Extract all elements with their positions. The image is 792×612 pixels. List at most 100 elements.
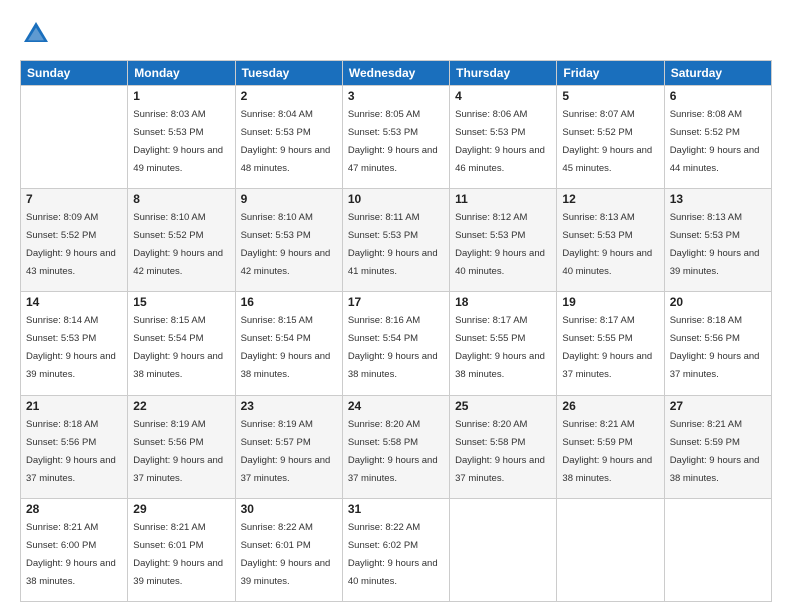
day-number: 22 (133, 399, 229, 413)
calendar-table: SundayMondayTuesdayWednesdayThursdayFrid… (20, 60, 772, 602)
day-number: 13 (670, 192, 766, 206)
logo (20, 18, 58, 50)
day-cell: 26 Sunrise: 8:21 AMSunset: 5:59 PMDayligh… (557, 395, 664, 498)
day-cell: 17 Sunrise: 8:16 AMSunset: 5:54 PMDayligh… (342, 292, 449, 395)
header (20, 18, 772, 50)
day-number: 5 (562, 89, 658, 103)
day-number: 14 (26, 295, 122, 309)
day-cell: 13 Sunrise: 8:13 AMSunset: 5:53 PMDayligh… (664, 189, 771, 292)
day-number: 12 (562, 192, 658, 206)
day-number: 7 (26, 192, 122, 206)
day-number: 30 (241, 502, 337, 516)
day-cell: 5 Sunrise: 8:07 AMSunset: 5:52 PMDaylight… (557, 86, 664, 189)
day-info: Sunrise: 8:18 AMSunset: 5:56 PMDaylight:… (26, 419, 116, 484)
day-cell: 20Sunrise: 8:18 AMSunset: 5:56 PMDayligh… (664, 292, 771, 395)
day-number: 25 (455, 399, 551, 413)
day-cell (664, 498, 771, 601)
weekday-header-saturday: Saturday (664, 61, 771, 86)
day-number: 16 (241, 295, 337, 309)
day-info: Sunrise: 8:20 AMSunset: 5:58 PMDaylight:… (348, 419, 438, 484)
day-number: 26 (562, 399, 658, 413)
day-cell: 8 Sunrise: 8:10 AMSunset: 5:52 PMDaylight… (128, 189, 235, 292)
weekday-header-monday: Monday (128, 61, 235, 86)
day-cell (450, 498, 557, 601)
weekday-header-tuesday: Tuesday (235, 61, 342, 86)
day-number: 18 (455, 295, 551, 309)
week-row-2: 7Sunrise: 8:09 AMSunset: 5:52 PMDaylight… (21, 189, 772, 292)
day-cell: 12 Sunrise: 8:13 AMSunset: 5:53 PMDayligh… (557, 189, 664, 292)
day-info: Sunrise: 8:06 AMSunset: 5:53 PMDaylight:… (455, 109, 545, 174)
day-info: Sunrise: 8:17 AMSunset: 5:55 PMDaylight:… (562, 315, 652, 380)
day-number: 1 (133, 89, 229, 103)
day-cell: 22 Sunrise: 8:19 AMSunset: 5:56 PMDayligh… (128, 395, 235, 498)
day-info: Sunrise: 8:19 AMSunset: 5:56 PMDaylight:… (133, 419, 223, 484)
day-number: 28 (26, 502, 122, 516)
day-number: 11 (455, 192, 551, 206)
day-cell: 10Sunrise: 8:11 AMSunset: 5:53 PMDayligh… (342, 189, 449, 292)
day-cell: 30 Sunrise: 8:22 AMSunset: 6:01 PMDayligh… (235, 498, 342, 601)
week-row-3: 14 Sunrise: 8:14 AMSunset: 5:53 PMDayligh… (21, 292, 772, 395)
day-number: 3 (348, 89, 444, 103)
day-info: Sunrise: 8:19 AMSunset: 5:57 PMDaylight:… (241, 419, 331, 484)
day-info: Sunrise: 8:11 AMSunset: 5:53 PMDaylight:… (348, 212, 438, 277)
weekday-header-sunday: Sunday (21, 61, 128, 86)
day-info: Sunrise: 8:16 AMSunset: 5:54 PMDaylight:… (348, 315, 438, 380)
day-info: Sunrise: 8:21 AMSunset: 5:59 PMDaylight:… (670, 419, 760, 484)
week-row-1: 1 Sunrise: 8:03 AMSunset: 5:53 PMDaylight… (21, 86, 772, 189)
day-info: Sunrise: 8:21 AMSunset: 6:01 PMDaylight:… (133, 522, 223, 587)
day-number: 21 (26, 399, 122, 413)
day-cell (557, 498, 664, 601)
day-number: 29 (133, 502, 229, 516)
day-number: 2 (241, 89, 337, 103)
day-cell: 28 Sunrise: 8:21 AMSunset: 6:00 PMDayligh… (21, 498, 128, 601)
day-cell: 24 Sunrise: 8:20 AMSunset: 5:58 PMDayligh… (342, 395, 449, 498)
day-info: Sunrise: 8:22 AMSunset: 6:01 PMDaylight:… (241, 522, 331, 587)
day-info: Sunrise: 8:20 AMSunset: 5:58 PMDaylight:… (455, 419, 545, 484)
day-cell: 29 Sunrise: 8:21 AMSunset: 6:01 PMDayligh… (128, 498, 235, 601)
day-cell: 21 Sunrise: 8:18 AMSunset: 5:56 PMDayligh… (21, 395, 128, 498)
day-cell (21, 86, 128, 189)
day-cell: 7Sunrise: 8:09 AMSunset: 5:52 PMDaylight… (21, 189, 128, 292)
day-cell: 19 Sunrise: 8:17 AMSunset: 5:55 PMDayligh… (557, 292, 664, 395)
day-number: 24 (348, 399, 444, 413)
day-info: Sunrise: 8:13 AMSunset: 5:53 PMDaylight:… (670, 212, 760, 277)
day-number: 17 (348, 295, 444, 309)
day-cell: 27Sunrise: 8:21 AMSunset: 5:59 PMDayligh… (664, 395, 771, 498)
day-cell: 31 Sunrise: 8:22 AMSunset: 6:02 PMDayligh… (342, 498, 449, 601)
day-info: Sunrise: 8:21 AMSunset: 6:00 PMDaylight:… (26, 522, 116, 587)
day-info: Sunrise: 8:21 AMSunset: 5:59 PMDaylight:… (562, 419, 652, 484)
day-info: Sunrise: 8:08 AMSunset: 5:52 PMDaylight:… (670, 109, 760, 174)
day-info: Sunrise: 8:15 AMSunset: 5:54 PMDaylight:… (241, 315, 331, 380)
day-number: 8 (133, 192, 229, 206)
day-number: 15 (133, 295, 229, 309)
page: SundayMondayTuesdayWednesdayThursdayFrid… (0, 0, 792, 612)
week-row-5: 28 Sunrise: 8:21 AMSunset: 6:00 PMDayligh… (21, 498, 772, 601)
day-info: Sunrise: 8:22 AMSunset: 6:02 PMDaylight:… (348, 522, 438, 587)
weekday-header-wednesday: Wednesday (342, 61, 449, 86)
day-info: Sunrise: 8:07 AMSunset: 5:52 PMDaylight:… (562, 109, 652, 174)
day-number: 23 (241, 399, 337, 413)
day-info: Sunrise: 8:14 AMSunset: 5:53 PMDaylight:… (26, 315, 116, 380)
weekday-header-row: SundayMondayTuesdayWednesdayThursdayFrid… (21, 61, 772, 86)
day-number: 9 (241, 192, 337, 206)
day-info: Sunrise: 8:15 AMSunset: 5:54 PMDaylight:… (133, 315, 223, 380)
day-info: Sunrise: 8:03 AMSunset: 5:53 PMDaylight:… (133, 109, 223, 174)
day-cell: 11 Sunrise: 8:12 AMSunset: 5:53 PMDayligh… (450, 189, 557, 292)
day-cell: 18Sunrise: 8:17 AMSunset: 5:55 PMDayligh… (450, 292, 557, 395)
day-cell: 2Sunrise: 8:04 AMSunset: 5:53 PMDaylight… (235, 86, 342, 189)
day-info: Sunrise: 8:13 AMSunset: 5:53 PMDaylight:… (562, 212, 652, 277)
day-cell: 9 Sunrise: 8:10 AMSunset: 5:53 PMDaylight… (235, 189, 342, 292)
day-number: 31 (348, 502, 444, 516)
day-info: Sunrise: 8:10 AMSunset: 5:52 PMDaylight:… (133, 212, 223, 277)
day-number: 19 (562, 295, 658, 309)
day-info: Sunrise: 8:12 AMSunset: 5:53 PMDaylight:… (455, 212, 545, 277)
logo-icon (20, 18, 52, 50)
day-cell: 25 Sunrise: 8:20 AMSunset: 5:58 PMDayligh… (450, 395, 557, 498)
day-cell: 23 Sunrise: 8:19 AMSunset: 5:57 PMDayligh… (235, 395, 342, 498)
day-info: Sunrise: 8:10 AMSunset: 5:53 PMDaylight:… (241, 212, 331, 277)
day-number: 6 (670, 89, 766, 103)
day-cell: 16 Sunrise: 8:15 AMSunset: 5:54 PMDayligh… (235, 292, 342, 395)
day-cell: 4Sunrise: 8:06 AMSunset: 5:53 PMDaylight… (450, 86, 557, 189)
day-cell: 6 Sunrise: 8:08 AMSunset: 5:52 PMDaylight… (664, 86, 771, 189)
day-cell: 14 Sunrise: 8:14 AMSunset: 5:53 PMDayligh… (21, 292, 128, 395)
